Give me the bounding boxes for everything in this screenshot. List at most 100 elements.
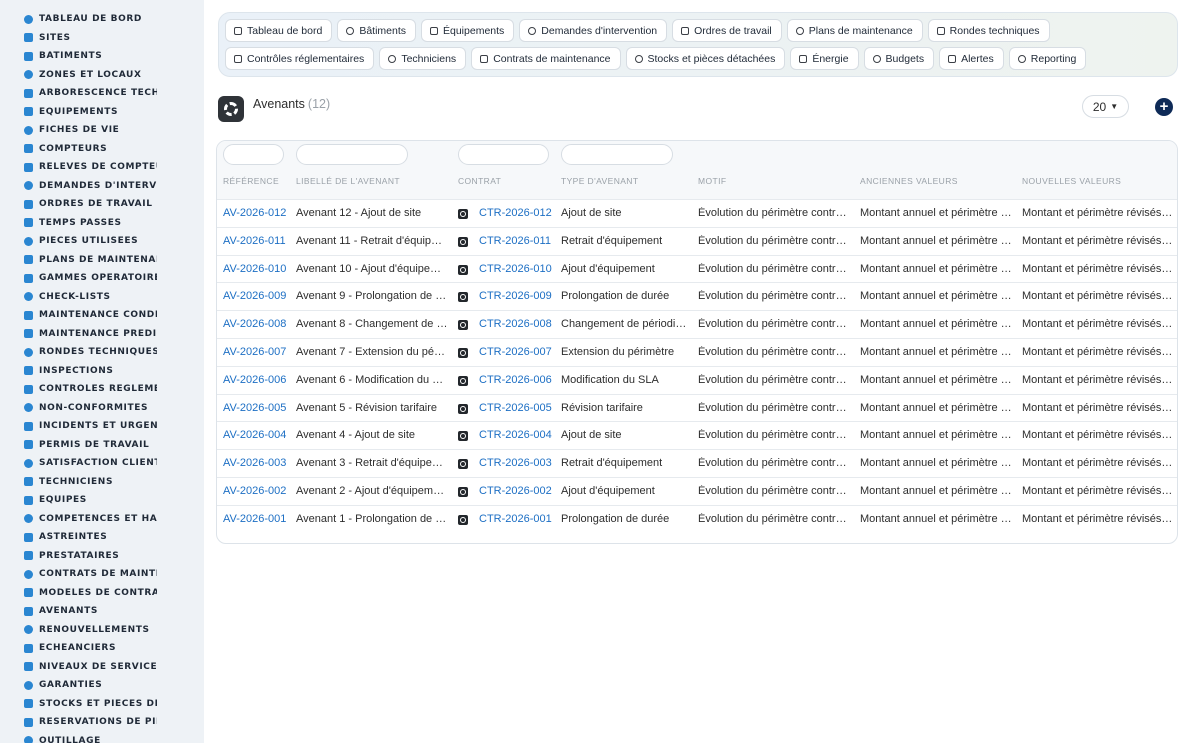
filter-input-label[interactable] (296, 144, 408, 165)
sidebar-item[interactable]: Contrats de maintena (0, 565, 204, 584)
sidebar-item[interactable]: Maintenance conditio (0, 306, 204, 325)
module-nav-button[interactable]: Stocks et pièces détachées (625, 47, 786, 70)
sidebar-item[interactable]: Zones et locaux (0, 66, 204, 85)
sidebar-item[interactable]: Gammes opératoires (0, 269, 204, 288)
per-page-select[interactable]: 20 ▼ (1082, 95, 1129, 118)
sidebar-item[interactable]: Compteurs (0, 140, 204, 159)
cell-reference[interactable]: AV-2026-006 (223, 374, 289, 386)
sidebar-item[interactable]: Incidents et urgences (0, 417, 204, 436)
cell-contract[interactable]: CTR-2026-012 (479, 207, 555, 219)
filter-input-type[interactable] (561, 144, 673, 165)
sidebar-item[interactable]: Inspections (0, 362, 204, 381)
cell-reference[interactable]: AV-2026-010 (223, 263, 289, 275)
cell-reference[interactable]: AV-2026-011 (223, 235, 289, 247)
cell-reference[interactable]: AV-2026-001 (223, 513, 289, 525)
sidebar-item[interactable]: Niveaux de service (SL (0, 658, 204, 677)
column-header-old-values[interactable]: Anciennes valeurs (860, 176, 958, 186)
column-header-motif[interactable]: Motif (698, 176, 726, 186)
module-nav-button[interactable]: Demandes d'intervention (519, 19, 668, 42)
cell-reference[interactable]: AV-2026-002 (223, 485, 289, 497)
sidebar-item[interactable]: Temps passés (0, 214, 204, 233)
cell-reference[interactable]: AV-2026-012 (223, 207, 289, 219)
cell-reference[interactable]: AV-2026-003 (223, 457, 289, 469)
sidebar-item[interactable]: Non-conformités (0, 399, 204, 418)
column-header-type[interactable]: Type d'avenant (561, 176, 638, 186)
cell-contract[interactable]: CTR-2026-011 (479, 235, 555, 247)
sidebar-item[interactable]: Renouvellements (0, 621, 204, 640)
column-header-contract[interactable]: Contrat (458, 176, 501, 186)
cell-contract[interactable]: CTR-2026-001 (479, 513, 555, 525)
sidebar-item[interactable]: Compétences et habil (0, 510, 204, 529)
sidebar-item[interactable]: Permis de travail (0, 436, 204, 455)
module-nav-button[interactable]: Tableau de bord (225, 19, 333, 42)
module-nav-button[interactable]: Équipements (421, 19, 515, 42)
table-row[interactable]: AV-2026-002 Avenant 2 - Ajout d'équipemen… (217, 476, 1177, 505)
module-nav-button[interactable]: Contrats de maintenance (471, 47, 621, 70)
filter-input-reference[interactable] (223, 144, 284, 165)
sidebar-item[interactable]: Bâtiments (0, 47, 204, 66)
sidebar-item[interactable]: Réservations de pièce (0, 713, 204, 732)
sidebar-item[interactable]: Équipes (0, 491, 204, 510)
table-row[interactable]: AV-2026-010 Avenant 10 - Ajout d'équipem…… (217, 254, 1177, 283)
module-nav-button[interactable]: Énergie (790, 47, 859, 70)
table-row[interactable]: AV-2026-011 Avenant 11 - Retrait d'équipe… (217, 226, 1177, 255)
module-nav-button[interactable]: Techniciens (379, 47, 467, 70)
table-row[interactable]: AV-2026-005 Avenant 5 - Révision tarifair… (217, 393, 1177, 422)
sidebar-item[interactable]: Check-lists (0, 288, 204, 307)
sidebar-item[interactable]: Échéanciers (0, 639, 204, 658)
cell-contract[interactable]: CTR-2026-004 (479, 429, 555, 441)
sidebar-item[interactable]: Techniciens (0, 473, 204, 492)
column-header-label[interactable]: Libellé de l'avenant (296, 176, 400, 186)
cell-reference[interactable]: AV-2026-004 (223, 429, 289, 441)
table-row[interactable]: AV-2026-001 Avenant 1 - Prolongation de d… (217, 504, 1177, 533)
cell-reference[interactable]: AV-2026-009 (223, 290, 289, 302)
module-nav-button[interactable]: Reporting (1008, 47, 1087, 70)
cell-contract[interactable]: CTR-2026-007 (479, 346, 555, 358)
add-button[interactable]: + (1155, 98, 1173, 116)
sidebar-item[interactable]: Avenants (0, 602, 204, 621)
table-row[interactable]: AV-2026-004 Avenant 4 - Ajout de site CTR-… (217, 421, 1177, 449)
sidebar-item[interactable]: Plans de maintenance (0, 251, 204, 270)
sidebar-item[interactable]: Modèles de contrats (0, 584, 204, 603)
module-nav-button[interactable]: Budgets (863, 47, 935, 70)
sidebar-item[interactable]: Stocks et pièces déta (0, 695, 204, 714)
cell-contract[interactable]: CTR-2026-003 (479, 457, 555, 469)
sidebar-item[interactable]: Arborescence techni (0, 84, 204, 103)
cell-reference[interactable]: AV-2026-005 (223, 402, 289, 414)
sidebar-item[interactable]: Fiches de vie (0, 121, 204, 140)
module-nav-button[interactable]: Rondes techniques (927, 19, 1050, 42)
cell-contract[interactable]: CTR-2026-010 (479, 263, 555, 275)
column-header-new-values[interactable]: Nouvelles valeurs (1022, 176, 1121, 186)
module-nav-button[interactable]: Ordres de travail (672, 19, 782, 42)
module-nav-button[interactable]: Bâtiments (337, 19, 416, 42)
sidebar-item[interactable]: Astreintes (0, 528, 204, 547)
sidebar-item[interactable]: Outillage (0, 732, 204, 743)
sidebar-item[interactable]: Tableau de bord (0, 10, 204, 29)
sidebar-item[interactable]: Satisfaction client (0, 454, 204, 473)
table-row[interactable]: AV-2026-008 Avenant 8 - Changement de … CT… (217, 310, 1177, 338)
column-header-reference[interactable]: Référence (223, 176, 279, 186)
sidebar-item[interactable]: Ordres de travail (0, 195, 204, 214)
sidebar-item[interactable]: Sites (0, 29, 204, 48)
sidebar-item[interactable]: Contrôles réglement (0, 380, 204, 399)
cell-reference[interactable]: AV-2026-007 (223, 346, 289, 358)
cell-contract[interactable]: CTR-2026-008 (479, 318, 555, 330)
sidebar-item[interactable]: Maintenance prédicti (0, 325, 204, 344)
sidebar-item[interactable]: Garanties (0, 676, 204, 695)
table-row[interactable]: AV-2026-006 Avenant 6 - Modification du S… (217, 365, 1177, 394)
sidebar-item[interactable]: Relevés de compteurs (0, 158, 204, 177)
cell-contract[interactable]: CTR-2026-006 (479, 374, 555, 386)
sidebar-item[interactable]: Rondes techniques (0, 343, 204, 362)
module-nav-button[interactable]: Plans de maintenance (786, 19, 923, 42)
module-nav-button[interactable]: Contrôles réglementaires (225, 47, 375, 70)
sidebar-item[interactable]: Équipements (0, 103, 204, 122)
cell-contract[interactable]: CTR-2026-005 (479, 402, 555, 414)
module-nav-button[interactable]: Alertes (939, 47, 1004, 70)
cell-contract[interactable]: CTR-2026-009 (479, 290, 555, 302)
sidebar-item[interactable]: Prestataires (0, 547, 204, 566)
filter-input-contract[interactable] (458, 144, 549, 165)
table-row[interactable]: AV-2026-007 Avenant 7 - Extension du péri… (217, 337, 1177, 366)
sidebar-item[interactable]: Pièces utilisées (0, 232, 204, 251)
cell-reference[interactable]: AV-2026-008 (223, 318, 289, 330)
sidebar-item[interactable]: Demandes d'intervent (0, 177, 204, 196)
